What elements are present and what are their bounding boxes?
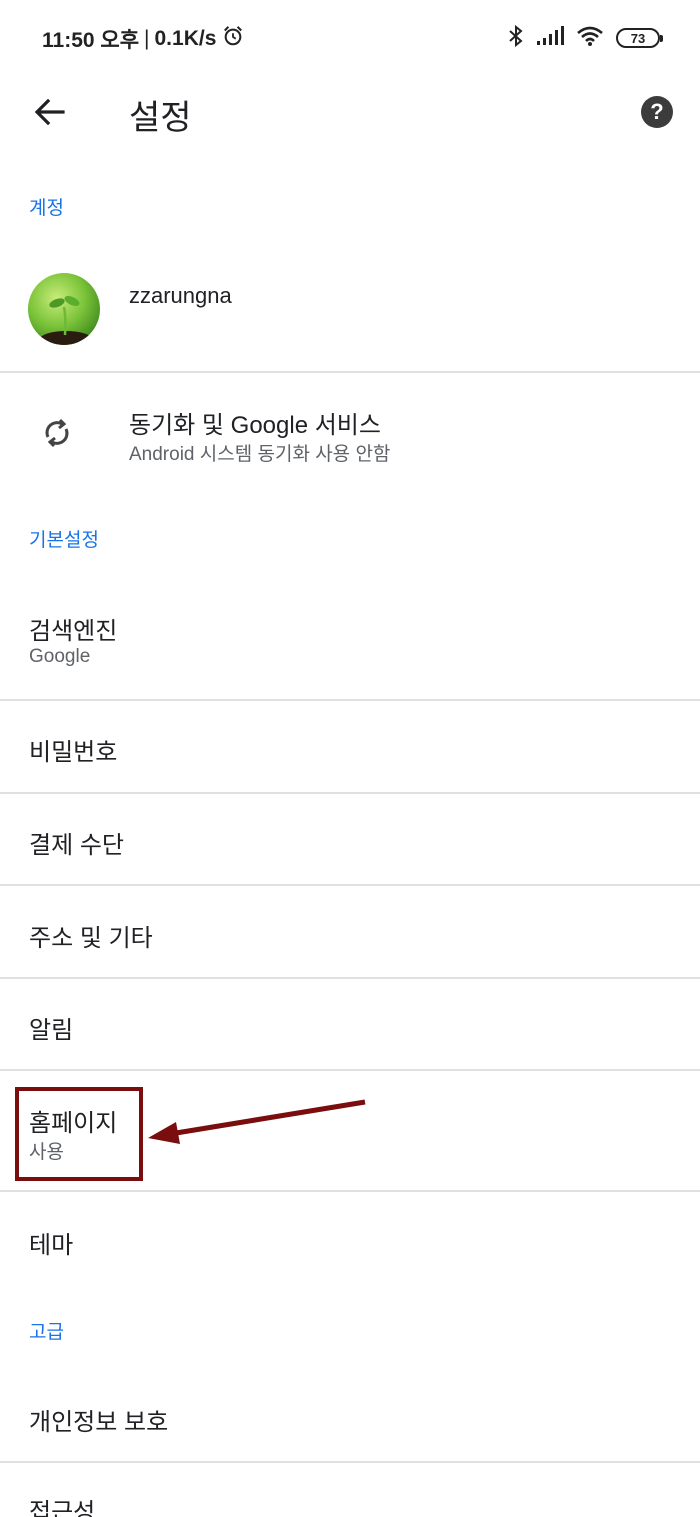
addresses-title: 주소 및 기타 xyxy=(29,925,153,952)
wifi-icon xyxy=(576,25,604,51)
sync-icon xyxy=(40,416,74,450)
status-left: 11:50 오후 | 0.1K/s xyxy=(42,24,244,54)
divider xyxy=(0,977,700,979)
app-bar: 설정 ? xyxy=(0,76,700,148)
divider xyxy=(0,371,700,373)
sync-title: 동기화 및 Google 서비스 xyxy=(129,412,381,439)
theme-title: 테마 xyxy=(29,1232,74,1259)
divider xyxy=(0,1069,700,1071)
bluetooth-icon xyxy=(508,24,524,52)
avatar xyxy=(28,273,100,345)
section-header-advanced: 고급 xyxy=(29,1322,64,1343)
search-engine-subtitle: Google xyxy=(29,646,91,667)
divider xyxy=(0,1190,700,1192)
help-icon[interactable]: ? xyxy=(641,96,673,128)
accessibility-title: 접근성 xyxy=(29,1499,96,1517)
signal-icon xyxy=(536,26,564,50)
highlight-box xyxy=(15,1087,143,1181)
status-bar: 11:50 오후 | 0.1K/s 73 xyxy=(0,0,700,76)
battery-icon: 73 xyxy=(616,28,663,48)
alarm-icon xyxy=(222,25,244,53)
annotation-arrow-icon xyxy=(148,1099,366,1144)
section-header-basic: 기본설정 xyxy=(29,530,99,551)
privacy-title: 개인정보 보호 xyxy=(29,1409,169,1436)
notifications-title: 알림 xyxy=(29,1017,74,1044)
account-username: zzarungna xyxy=(129,283,232,308)
status-speed: 0.1K/s xyxy=(154,27,217,50)
arrow-back-icon[interactable] xyxy=(30,92,70,132)
divider xyxy=(0,792,700,794)
divider xyxy=(0,884,700,886)
status-right: 73 xyxy=(508,24,663,52)
search-engine-title: 검색엔진 xyxy=(29,618,118,645)
status-time: 11:50 오후 xyxy=(42,29,140,52)
divider xyxy=(0,699,700,701)
sync-subtitle: Android 시스템 동기화 사용 안함 xyxy=(129,444,391,465)
page-title: 설정 xyxy=(129,99,192,137)
payment-title: 결제 수단 xyxy=(29,832,124,859)
divider xyxy=(0,1461,700,1463)
status-separator: | xyxy=(144,27,150,50)
section-header-account: 계정 xyxy=(29,198,64,219)
passwords-title: 비밀번호 xyxy=(29,739,118,766)
